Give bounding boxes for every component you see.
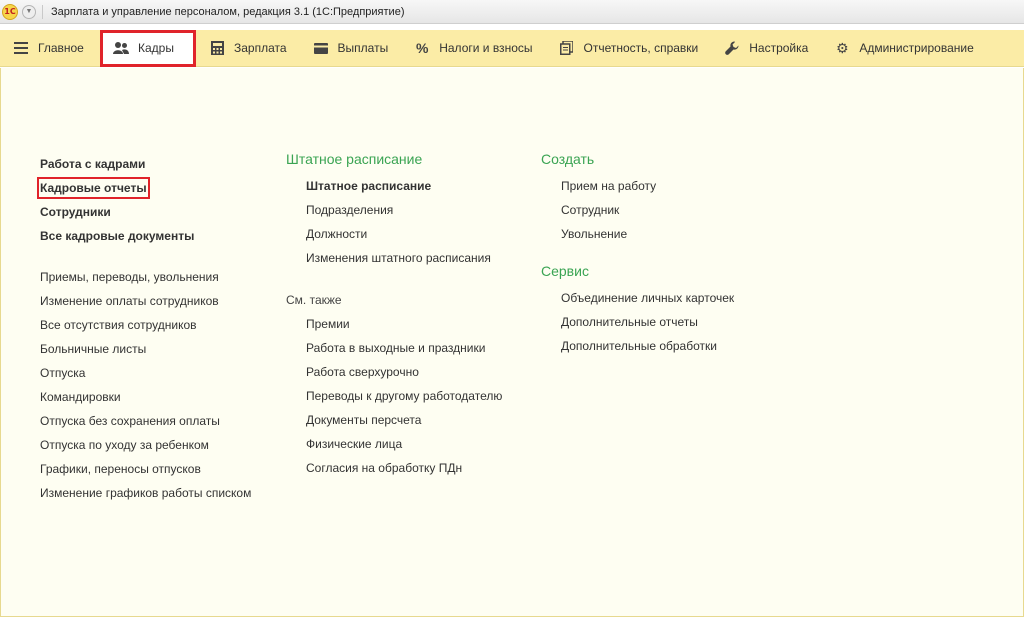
section-label: Администрирование	[859, 41, 974, 55]
link-grafiki-otpuskov[interactable]: Графики, переносы отпусков	[40, 457, 280, 481]
section-label: Отчетность, справки	[583, 41, 699, 55]
link-soglasiya-pdn[interactable]: Согласия на обработку ПДн	[286, 456, 536, 480]
gear-icon: ⚙	[836, 39, 849, 56]
section-label: Кадры	[138, 41, 174, 55]
chevron-down-icon: ▼	[25, 8, 33, 15]
link-otpuska-bez-oplaty[interactable]: Отпуска без сохранения оплаты	[40, 409, 280, 433]
link-perevody[interactable]: Переводы к другому работодателю	[286, 384, 536, 408]
link-rabota-v-vyhodnye[interactable]: Работа в выходные и праздники	[286, 336, 536, 360]
link-dopolnitelnye-obrabotki[interactable]: Дополнительные обработки	[541, 334, 791, 358]
section-label: Настройка	[749, 41, 809, 55]
link-uvolnenie[interactable]: Увольнение	[541, 222, 791, 246]
section-administrirovanie[interactable]: ⚙ Администрирование	[821, 30, 986, 67]
link-rabota-s-kadrami[interactable]: Работа с кадрами	[40, 152, 280, 176]
percent-icon: %	[415, 40, 429, 56]
section-vyplaty[interactable]: Выплаты	[300, 30, 402, 67]
reports-icon	[559, 40, 575, 56]
app-logo[interactable]: 1С	[2, 3, 18, 20]
section-label: Зарплата	[234, 41, 287, 55]
link-komandirovki[interactable]: Командировки	[40, 385, 280, 409]
link-sotrudniki[interactable]: Сотрудники	[40, 200, 280, 224]
section-main[interactable]: Главное	[0, 30, 100, 67]
wallet-icon	[313, 40, 329, 56]
link-dokumenty-perschyota[interactable]: Документы персчета	[286, 408, 536, 432]
content-area: Работа с кадрами Кадровые отчеты Сотрудн…	[0, 68, 1024, 617]
link-priemy[interactable]: Приемы, переводы, увольнения	[40, 265, 280, 289]
link-podrazdeleniya[interactable]: Подразделения	[286, 198, 536, 222]
section-nalogi[interactable]: % Налоги и взносы	[401, 30, 545, 67]
right-column: Создать Прием на работу Сотрудник Увольн…	[541, 148, 791, 358]
link-priem-na-rabotu[interactable]: Прием на работу	[541, 174, 791, 198]
link-sotrudnik[interactable]: Сотрудник	[541, 198, 791, 222]
link-premii[interactable]: Премии	[286, 312, 536, 336]
sections-panel: Главное Кадры Зарплата Выплаты % Налоги …	[0, 29, 1024, 67]
link-izmeneniya-shtatnogo[interactable]: Изменения штатного расписания	[286, 246, 536, 270]
section-zarplata[interactable]: Зарплата	[196, 30, 300, 67]
section-label: Налоги и взносы	[439, 41, 533, 55]
group-title-sozdat: Создать	[541, 151, 595, 167]
group-title-servis: Сервис	[541, 263, 589, 279]
hamburger-icon	[13, 40, 29, 56]
window-title: Зарплата и управление персоналом, редакц…	[51, 5, 405, 18]
highlight-box: Кадровые отчеты	[37, 177, 150, 199]
section-label: Главное	[38, 41, 84, 55]
link-izmenenie-oplaty[interactable]: Изменение оплаты сотрудников	[40, 289, 280, 313]
link-otpuska[interactable]: Отпуска	[40, 361, 280, 385]
link-izmenenie-grafikov[interactable]: Изменение графиков работы списком	[40, 481, 280, 505]
link-shtatnoe-raspisanie[interactable]: Штатное расписание	[286, 174, 536, 198]
link-otpuska-po-uhodu[interactable]: Отпуска по уходу за ребенком	[40, 433, 280, 457]
link-vse-kadrovye-dokumenty[interactable]: Все кадровые документы	[40, 224, 280, 248]
link-obedinenie-kartochek[interactable]: Объединение личных карточек	[541, 286, 791, 310]
title-divider	[42, 4, 43, 19]
see-also-label: См. также	[286, 293, 342, 307]
link-kadrovye-otchety[interactable]: Кадровые отчеты	[37, 176, 280, 200]
left-column: Работа с кадрами Кадровые отчеты Сотрудн…	[37, 152, 280, 505]
link-dopolnitelnye-otchety[interactable]: Дополнительные отчеты	[541, 310, 791, 334]
link-bolnichnye[interactable]: Больничные листы	[40, 337, 280, 361]
section-otchetnost[interactable]: Отчетность, справки	[546, 30, 712, 67]
section-label: Выплаты	[337, 41, 389, 55]
section-kadry[interactable]: Кадры	[100, 29, 196, 67]
group-title-shtatnoe: Штатное расписание	[286, 151, 423, 167]
link-rabota-sverhurochno[interactable]: Работа сверхурочно	[286, 360, 536, 384]
wrench-icon	[724, 40, 740, 56]
link-fizicheskie-litsa[interactable]: Физические лица	[286, 432, 536, 456]
calculator-icon	[209, 40, 225, 56]
link-vse-otsutstviya[interactable]: Все отсутствия сотрудников	[40, 313, 280, 337]
main-menu-button[interactable]: ▼	[22, 4, 36, 19]
section-nastroyka[interactable]: Настройка	[711, 30, 821, 67]
title-bar: 1С ▼ Зарплата и управление персоналом, р…	[0, 0, 1024, 24]
link-dolzhnosti[interactable]: Должности	[286, 222, 536, 246]
middle-column: Штатное расписание Штатное расписание По…	[286, 148, 536, 480]
users-icon	[113, 40, 129, 56]
